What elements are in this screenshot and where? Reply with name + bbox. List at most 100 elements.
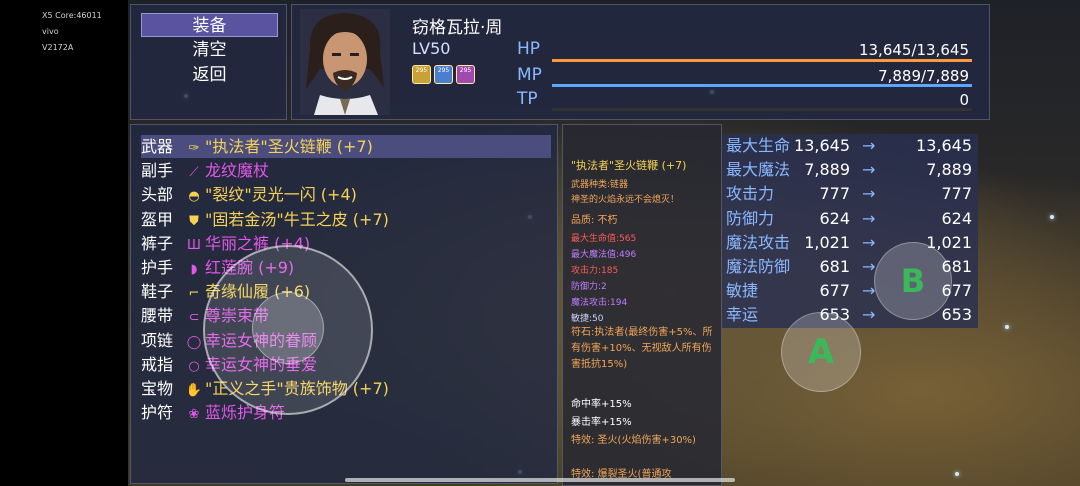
mp-bar-fill xyxy=(552,84,972,87)
stat-label: 最大生命 xyxy=(726,136,791,155)
stat-label: 防御力 xyxy=(726,208,775,228)
mp-bar xyxy=(552,84,972,87)
arrow-icon: → xyxy=(862,208,876,228)
sparkle-icon xyxy=(955,472,959,476)
menu-equip[interactable]: 装备 xyxy=(141,13,278,37)
device-core: X5 Core:46011 xyxy=(42,11,102,20)
character-name: 窃格瓦拉·周 xyxy=(412,18,503,38)
hp-bar-fill xyxy=(552,59,972,62)
item-crit: 暴击率+15% xyxy=(571,417,632,428)
item-attribute: 最大生命值:565 xyxy=(571,234,637,244)
helmet-icon: ◓ xyxy=(188,189,200,205)
equip-slot-label: 武器 xyxy=(141,137,174,156)
device-brand: vivo xyxy=(42,27,59,36)
joystick-knob[interactable] xyxy=(252,292,324,364)
stat-new: 7,889 xyxy=(926,160,972,180)
armor-icon: ⛊ xyxy=(189,213,199,229)
tp-label: TP xyxy=(517,89,538,109)
arrow-icon: → xyxy=(862,160,876,180)
status-badge-icon: 295 xyxy=(456,65,475,84)
boots-icon: ⌐ xyxy=(188,286,200,302)
stat-new: 624 xyxy=(941,208,972,228)
equip-slot-row[interactable]: 盔甲 ⛊ "固若金汤"牛王之皮 (+7) xyxy=(141,208,551,231)
arrow-icon: → xyxy=(862,136,876,155)
hp-label: HP xyxy=(517,39,541,59)
equip-item-name: "固若金汤"牛王之皮 (+7) xyxy=(205,209,389,229)
equip-slot-label: 头部 xyxy=(141,185,174,205)
item-hit: 命中率+15% xyxy=(571,399,632,410)
mp-label: MP xyxy=(517,65,542,85)
tp-bar xyxy=(552,108,972,111)
item-attribute: 攻击力:185 xyxy=(571,266,619,276)
whip-icon: ✑ xyxy=(188,141,200,156)
mp-value: 7,889/7,889 xyxy=(878,67,969,85)
equip-slot-label: 项链 xyxy=(141,330,174,350)
item-type: 武器种类:链器 xyxy=(571,180,629,190)
equip-slot-label: 副手 xyxy=(141,161,174,181)
stat-label: 敏捷 xyxy=(726,281,759,301)
arrow-icon: → xyxy=(862,305,876,325)
equip-slot-label: 戒指 xyxy=(141,354,174,374)
stat-label: 幸运 xyxy=(726,305,759,325)
stat-current: 681 xyxy=(819,257,850,276)
treasure-icon: ✋ xyxy=(185,383,203,398)
status-badge-icon: 295 xyxy=(412,65,431,84)
wand-icon: ⟋ xyxy=(189,165,199,181)
item-title: "执法者"圣火链鞭 (+7) xyxy=(571,159,687,172)
stat-row: 防御力 624 → 624 xyxy=(726,207,976,231)
pants-icon: Ш xyxy=(187,237,201,253)
hp-value: 13,645/13,645 xyxy=(858,41,969,59)
stat-current: 624 xyxy=(819,208,850,228)
equip-slot-label: 腰带 xyxy=(141,306,174,326)
ring-icon: ○ xyxy=(188,358,200,374)
item-description: 神圣的火焰永远不会熄灭！ xyxy=(571,195,680,205)
home-indicator[interactable] xyxy=(345,478,735,482)
stat-row: 最大生命 13,645 → 13,645 xyxy=(726,134,976,158)
equip-item-name: 龙纹魔杖 xyxy=(205,161,270,181)
a-button[interactable]: A xyxy=(781,312,861,392)
equip-slot-row[interactable]: 护符 ❀ 蓝烁护身符 xyxy=(141,401,551,424)
left-letterbox: X5 Core:46011 vivo V2172A xyxy=(0,0,128,486)
character-level: LV50 xyxy=(412,39,451,58)
equip-slot-row[interactable]: 武器 ✑ "执法者"圣火链鞭 (+7) xyxy=(141,135,551,158)
equip-slot-label: 宝物 xyxy=(141,379,174,398)
stat-current: 7,889 xyxy=(804,160,850,180)
item-attribute: 敏捷:50 xyxy=(571,314,604,324)
character-portrait xyxy=(300,9,390,115)
stat-new: 653 xyxy=(941,305,972,325)
equip-slot-row[interactable]: 裤子 Ш 华丽之裤 (+4) xyxy=(141,232,551,255)
stat-label: 攻击力 xyxy=(726,184,775,204)
amulet-icon: ❀ xyxy=(188,407,200,423)
menu-clear[interactable]: 清空 xyxy=(141,38,278,62)
equip-slot-label: 护符 xyxy=(141,403,174,423)
command-menu: 装备 清空 返回 xyxy=(130,4,287,120)
menu-back[interactable]: 返回 xyxy=(141,63,278,87)
gauntlet-icon: ◗ xyxy=(190,262,198,277)
item-detail-panel: "执法者"圣火链鞭 (+7) 武器种类:链器 神圣的火焰永远不会熄灭！ 品质: … xyxy=(562,124,722,486)
equip-slot-row[interactable]: 副手 ⟋ 龙纹魔杖 xyxy=(141,159,551,182)
stat-current: 677 xyxy=(819,281,850,301)
equip-slot-label: 鞋子 xyxy=(141,282,174,302)
stat-current: 1,021 xyxy=(804,232,850,252)
b-button[interactable]: B xyxy=(874,242,952,320)
stat-new: 777 xyxy=(941,184,972,204)
equip-slot-label: 护手 xyxy=(141,258,174,277)
device-info: X5 Core:46011 vivo V2172A xyxy=(42,8,102,56)
equip-slot-label: 裤子 xyxy=(141,233,174,253)
stat-new: 13,645 xyxy=(916,136,972,155)
item-special-1: 特效: 圣火(火焰伤害+30%) xyxy=(571,435,696,446)
status-badge-icon: 295 xyxy=(434,65,453,84)
stat-current: 777 xyxy=(819,184,850,204)
equip-slot-row[interactable]: 头部 ◓ "裂纹"灵光一闪 (+4) xyxy=(141,183,551,206)
sparkle-icon xyxy=(1005,325,1009,329)
equip-item-name: "裂纹"灵光一闪 (+4) xyxy=(205,185,357,205)
sparkle-icon xyxy=(1050,215,1054,219)
stat-label: 魔法防御 xyxy=(726,257,791,276)
hp-bar xyxy=(552,59,972,62)
equip-item-name: "执法者"圣火链鞭 (+7) xyxy=(205,137,373,156)
stat-row: 攻击力 777 → 777 xyxy=(726,182,976,206)
item-rune: 符石:执法者(最终伤害+5%、所有伤害+10%、无视敌人所有伤害抵抗15%) xyxy=(571,327,713,370)
arrow-icon: → xyxy=(862,184,876,204)
item-attribute: 最大魔法值:496 xyxy=(571,250,637,260)
stat-row: 最大魔法 7,889 → 7,889 xyxy=(726,158,976,182)
